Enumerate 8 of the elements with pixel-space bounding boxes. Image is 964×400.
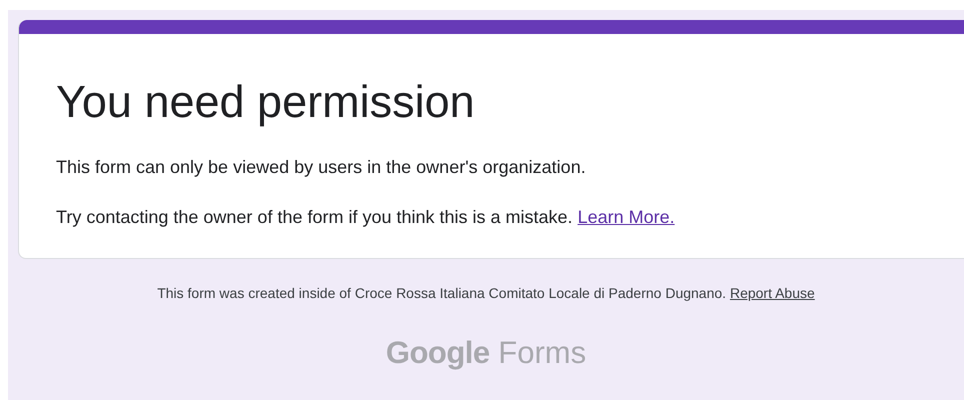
report-abuse-link[interactable]: Report Abuse bbox=[730, 285, 815, 301]
hint-text: Try contacting the owner of the form if you think this is a mistake. Learn More. bbox=[56, 206, 676, 229]
footer-text: This form was created inside of Croce Rossa Italiana Comitato Locale di Paderno Dugnano. Report Abuse bbox=[156, 284, 816, 301]
logo-product: Forms bbox=[498, 335, 586, 370]
logo-brand: Google bbox=[386, 335, 490, 370]
learn-more-link[interactable]: Learn More. bbox=[578, 207, 675, 227]
page-title: You need permission bbox=[56, 75, 476, 129]
message-text: This form can only be viewed by users in the owner's organization. bbox=[56, 156, 587, 179]
